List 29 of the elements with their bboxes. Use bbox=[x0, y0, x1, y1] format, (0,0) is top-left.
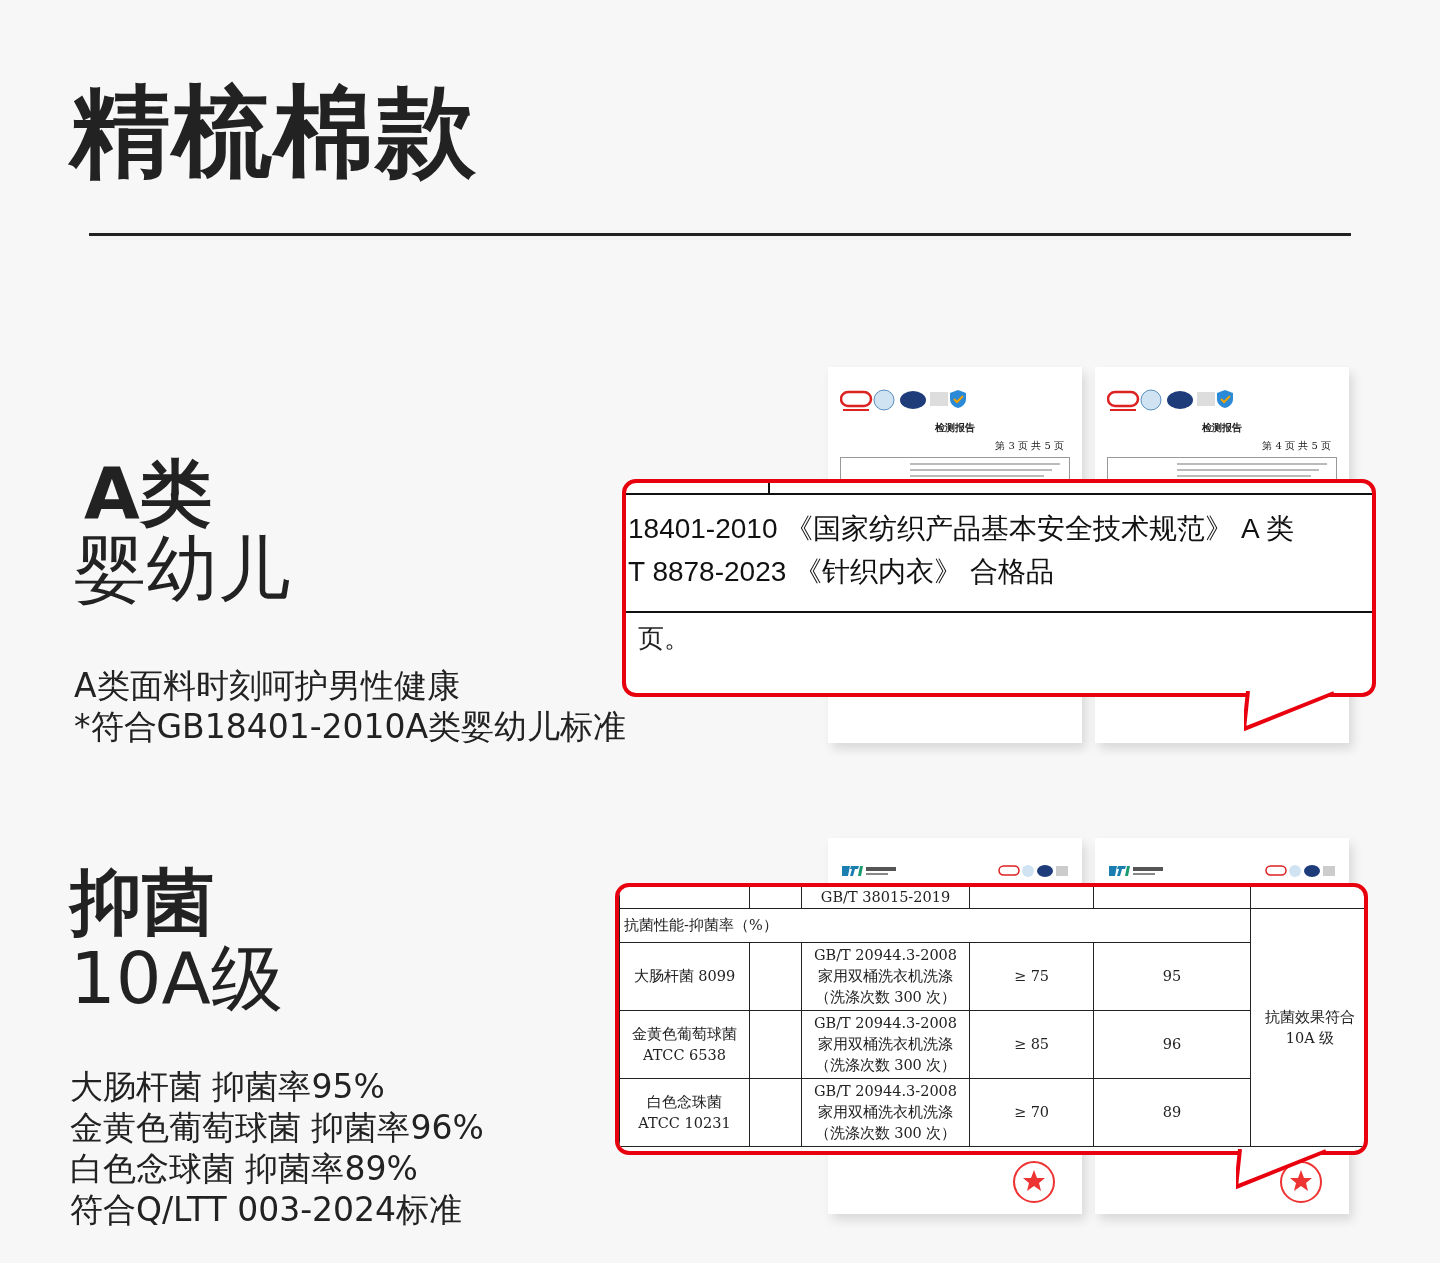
section-heading: 10A级 bbox=[70, 940, 283, 1016]
section-heading: 抑菌 bbox=[70, 864, 214, 940]
standard-text: T 8878-2023 《针织内衣》 合格品 bbox=[628, 555, 1054, 589]
report-title: 检测报告 bbox=[935, 421, 975, 435]
report-title: 检测报告 bbox=[1202, 421, 1242, 435]
table-cell: ≥ 85 bbox=[969, 1010, 1094, 1079]
note-text: 页。 bbox=[637, 622, 690, 655]
page-title: 精梳棉款 bbox=[67, 72, 478, 192]
section-heading: 婴幼儿 bbox=[74, 531, 290, 607]
table-cell: GB/T 20944.3-2008 家用双桶洗衣机洗涤 （洗涤次数 300 次） bbox=[801, 1010, 970, 1079]
feature-text: 白色念球菌 抑菌率89% bbox=[70, 1148, 418, 1189]
feature-text: 大肠杆菌 抑菌率95% bbox=[70, 1066, 385, 1107]
feature-text: 符合Q/LTT 003-2024标准 bbox=[70, 1189, 463, 1230]
standard-text: 18401-2010 《国家纺织产品基本安全技术规范》 A 类 bbox=[628, 512, 1294, 546]
feature-text: 金黄色葡萄球菌 抑菌率96% bbox=[70, 1107, 484, 1148]
table-cell: GB/T 20944.3-2008 家用双桶洗衣机洗涤 （洗涤次数 300 次） bbox=[801, 942, 970, 1011]
feature-text: *符合GB18401-2010A类婴幼儿标准 bbox=[74, 706, 627, 747]
feature-text: A类面料时刻呵护男性健康 bbox=[74, 665, 460, 706]
table-cell: 金黄色葡萄球菌 ATCC 6538 bbox=[619, 1010, 750, 1079]
table-cell: ≥ 75 bbox=[969, 942, 1094, 1011]
table-cell: 抗菌性能-抑菌率（%） bbox=[619, 908, 1251, 943]
table-cell: 白色念珠菌 ATCC 10231 bbox=[619, 1078, 750, 1147]
table-cell: GB/T 20944.3-2008 家用双桶洗衣机洗涤 （洗涤次数 300 次） bbox=[801, 1078, 970, 1147]
section-heading: A类 bbox=[83, 455, 212, 531]
table-cell: ≥ 70 bbox=[969, 1078, 1094, 1147]
table-cell: GB/T 38015-2019 bbox=[801, 887, 970, 909]
page-number: 第 3 页 共 5 页 bbox=[995, 439, 1064, 453]
table-cell: 大肠杆菌 8099 bbox=[619, 942, 750, 1011]
page-number: 第 4 页 共 5 页 bbox=[1262, 439, 1331, 453]
